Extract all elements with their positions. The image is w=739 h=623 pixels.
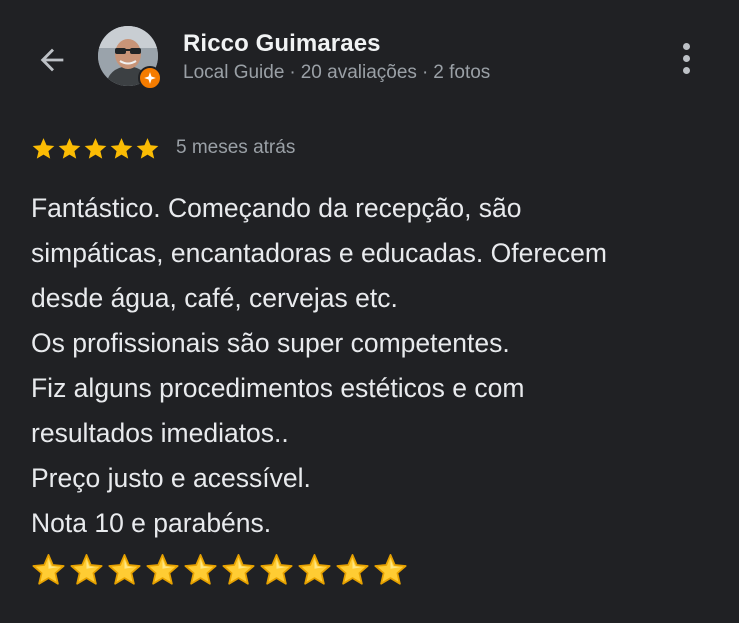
star-emoji-icon (70, 554, 103, 585)
review-header: Ricco Guimaraes Local Guide · 20 avaliaçõe… (0, 0, 739, 120)
arrow-back-icon (40, 48, 64, 72)
photo-count: 2 fotos (433, 62, 491, 83)
star-emoji-icon (298, 554, 331, 585)
review-line: Fantástico. Começando da recepção, são (31, 193, 522, 223)
star-emoji-icon (222, 554, 255, 585)
more-vert-icon (682, 42, 690, 74)
rating-row: 5 meses atrás (31, 133, 295, 163)
meta-separator: · (289, 62, 296, 83)
reviewer-name[interactable]: Ricco Guimaraes (183, 30, 381, 58)
star-emoji-icon (260, 554, 293, 585)
local-guide-badge-icon (138, 66, 162, 90)
review-line: Os profissionais são super competentes. (31, 328, 510, 358)
review-line: simpáticas, encantadoras e educadas. Ofe… (31, 238, 607, 268)
star-emoji-icon (32, 554, 65, 585)
local-guide-label: Local Guide (183, 62, 285, 83)
review-count: 20 avaliações (300, 62, 417, 83)
reviewer-meta[interactable]: Local Guide · 20 avaliações · 2 fotos (183, 62, 490, 84)
star-icon (32, 137, 55, 159)
review-time: 5 meses atrás (176, 137, 296, 158)
back-button[interactable] (30, 38, 74, 82)
more-options-button[interactable] (668, 36, 704, 80)
review-line: Fiz alguns procedimentos estéticos e com (31, 373, 525, 403)
review-text: Fantástico. Começando da recepção, são si… (31, 186, 721, 546)
star-emoji-icon (108, 554, 141, 585)
avatar[interactable] (98, 26, 162, 90)
star-emoji-icon (146, 554, 179, 585)
meta-separator: · (421, 62, 429, 83)
review-line: Preço justo e acessível. (31, 463, 311, 493)
star-icon (84, 137, 107, 159)
review-line: desde água, café, cervejas etc. (31, 283, 398, 313)
star-icon (136, 137, 159, 159)
review-line: Nota 10 e parabéns. (31, 508, 272, 538)
star-emoji-icon (184, 554, 217, 585)
star-emoji-icon (336, 554, 369, 585)
emoji-star-row (31, 552, 408, 587)
star-emoji-icon (374, 554, 407, 585)
star-icon (58, 137, 81, 159)
star-rating (31, 136, 160, 161)
review-line: resultados imediatos.. (31, 418, 289, 448)
star-icon (110, 137, 133, 159)
